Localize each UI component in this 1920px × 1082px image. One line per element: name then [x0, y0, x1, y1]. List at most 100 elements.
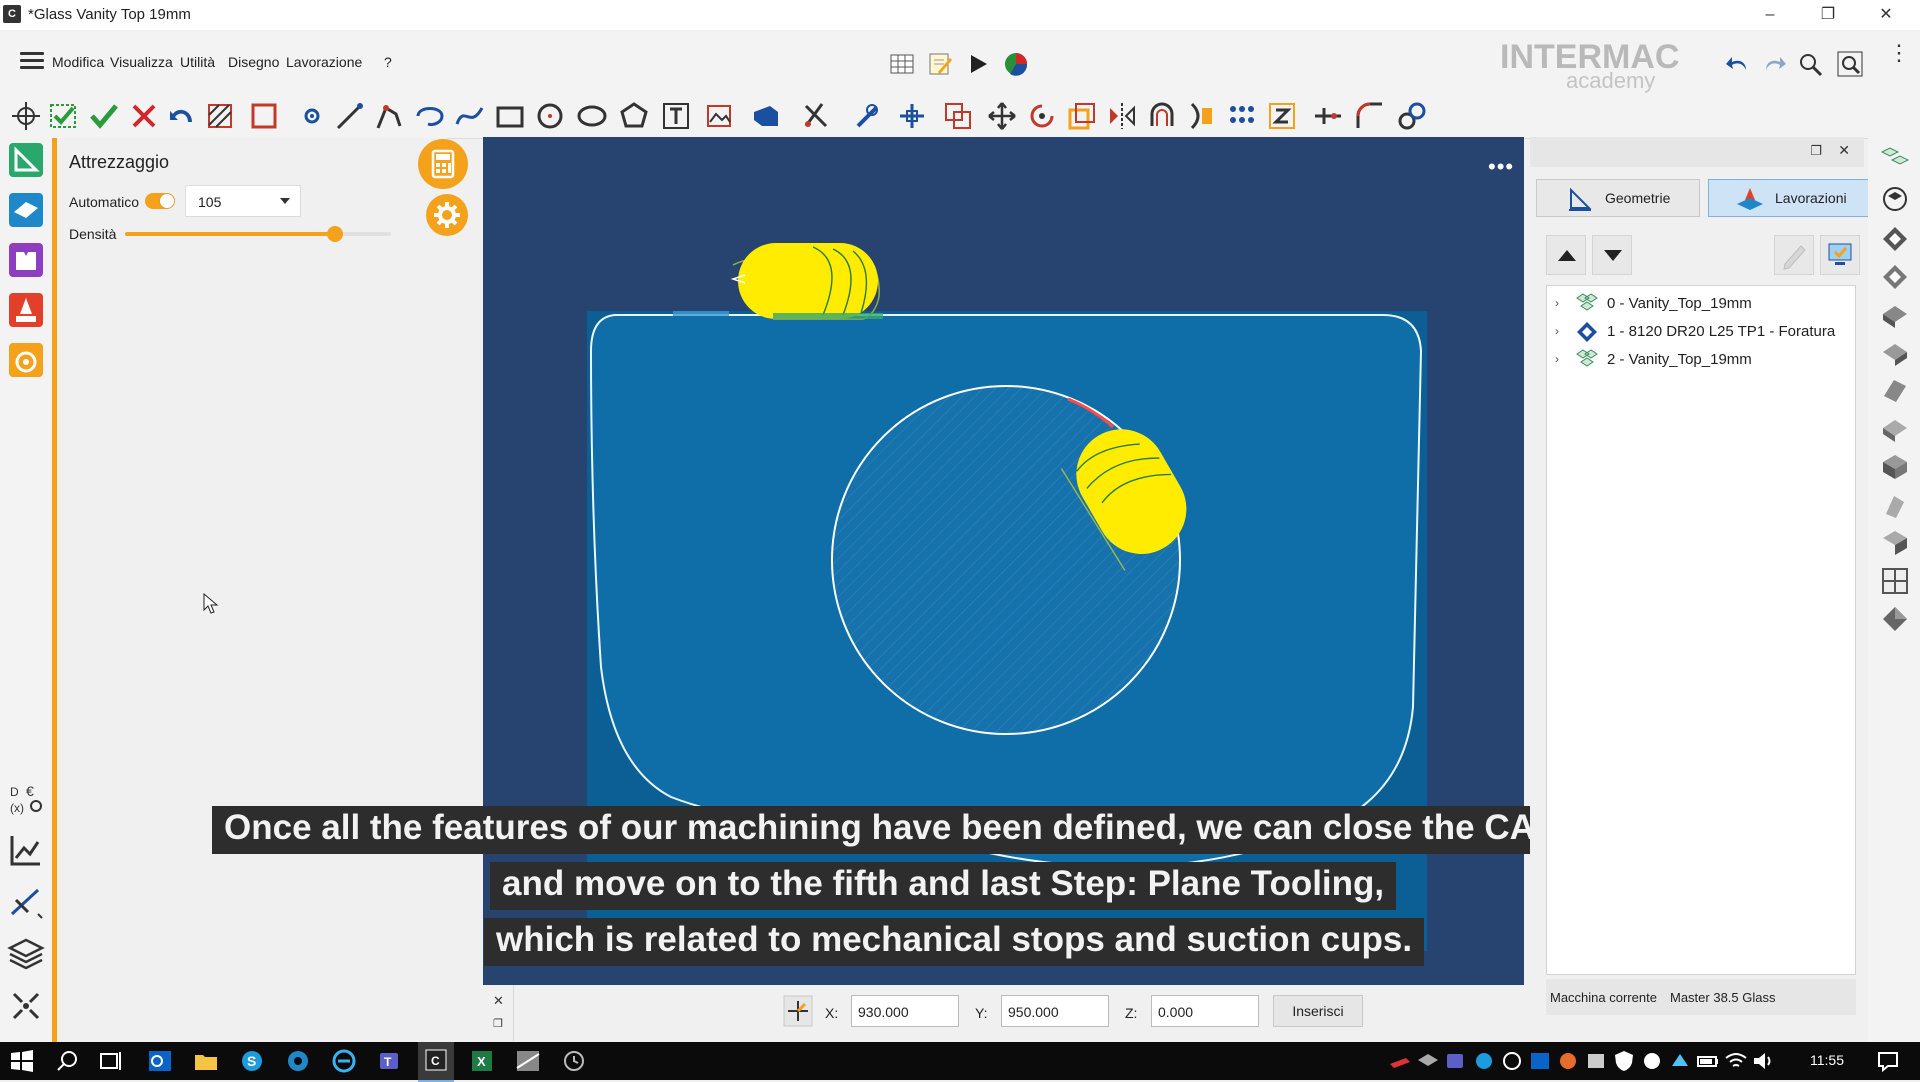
pie-chart-icon[interactable] [1002, 50, 1030, 78]
restore-icon[interactable]: ❐ [1810, 143, 1822, 159]
workpiece-drawing[interactable] [483, 137, 1524, 985]
zoom-window-icon[interactable] [1836, 50, 1864, 78]
point-icon[interactable] [296, 100, 328, 132]
polyline-icon[interactable] [374, 100, 406, 132]
snap-target-icon[interactable] [783, 995, 813, 1027]
tree-item[interactable]: › 0 - Vanity_Top_19mm [1555, 292, 1851, 318]
hatch-icon[interactable] [204, 100, 236, 132]
move-up-button[interactable] [1546, 235, 1586, 275]
restore-icon[interactable]: ❐ [493, 1017, 503, 1030]
join-icon[interactable] [1396, 100, 1428, 132]
graph-icon[interactable] [6, 830, 46, 870]
split-view-icon[interactable] [1880, 566, 1910, 596]
image-icon[interactable] [704, 100, 736, 132]
tooling-select[interactable]: 105 [185, 185, 301, 217]
move-icon[interactable] [986, 100, 1018, 132]
view-top-icon[interactable] [1880, 224, 1910, 254]
volume-icon[interactable] [1750, 1048, 1778, 1074]
edge-icon[interactable] [330, 1048, 358, 1074]
confirm-icon[interactable] [88, 100, 120, 132]
automatic-toggle[interactable] [145, 193, 175, 209]
3d-panel-icon[interactable] [750, 100, 782, 132]
minimize-icon[interactable]: – [1742, 0, 1798, 30]
file-explorer-icon[interactable] [192, 1048, 220, 1074]
view-iso-4-icon[interactable] [1880, 604, 1910, 634]
chevron-right-icon[interactable]: › [1555, 324, 1559, 338]
arc-icon[interactable] [414, 100, 446, 132]
offset-icon[interactable] [1146, 100, 1178, 132]
tray-app-3-icon[interactable] [1498, 1048, 1526, 1074]
tray-app-5-icon[interactable] [1582, 1048, 1610, 1074]
origin-icon[interactable] [896, 100, 928, 132]
menu-modifica[interactable]: Modifica [52, 54, 104, 70]
array-icon[interactable] [1226, 100, 1258, 132]
menu-disegno[interactable]: Disegno [228, 54, 279, 70]
tray-shield-icon[interactable] [1610, 1048, 1638, 1074]
polygon-icon[interactable] [618, 100, 650, 132]
outlook-icon[interactable] [146, 1048, 174, 1074]
view-left-icon[interactable] [1880, 376, 1910, 406]
mirror-icon[interactable] [1106, 100, 1138, 132]
tray-outlook-icon[interactable] [1526, 1048, 1554, 1074]
tool-marker-top[interactable] [673, 243, 883, 320]
edit-button[interactable] [1774, 235, 1814, 275]
tab-lavorazioni[interactable]: Lavorazioni [1708, 179, 1872, 217]
step-geometry-icon[interactable] [6, 140, 46, 180]
break-icon[interactable] [1312, 100, 1344, 132]
properties-button[interactable] [1820, 235, 1860, 275]
viewport-more-icon[interactable]: ••• [1488, 154, 1514, 180]
view-iso-2-icon[interactable] [1880, 490, 1910, 520]
teams-icon[interactable]: T [376, 1048, 404, 1074]
windows-start-icon[interactable] [8, 1048, 36, 1074]
wifi-icon[interactable] [1722, 1048, 1750, 1074]
hamburger-menu-icon[interactable] [20, 52, 44, 70]
step-cam-icon[interactable] [6, 290, 46, 330]
menu-help[interactable]: ? [384, 54, 392, 70]
rotate-icon[interactable] [1026, 100, 1058, 132]
cancel-icon[interactable] [128, 100, 160, 132]
fillet-icon[interactable] [1354, 100, 1386, 132]
close-icon[interactable]: ✕ [493, 993, 504, 1009]
multi-check-icon[interactable] [48, 100, 80, 132]
views-icon[interactable] [1880, 144, 1910, 174]
edit-note-icon[interactable] [926, 50, 954, 78]
close-icon[interactable]: ✕ [1858, 0, 1914, 30]
axis-icon[interactable] [6, 882, 46, 922]
search-icon[interactable] [54, 1048, 82, 1074]
spline-icon[interactable] [454, 100, 486, 132]
tray-skype-icon[interactable] [1470, 1048, 1498, 1074]
measure-icon[interactable] [850, 100, 882, 132]
view-front-icon[interactable] [1880, 300, 1910, 330]
view-iso-3-icon[interactable] [1880, 528, 1910, 558]
table-icon[interactable] [888, 50, 916, 78]
scale-icon[interactable] [1066, 100, 1098, 132]
z-input[interactable]: 0.000 [1151, 995, 1259, 1027]
more-vertical-icon[interactable]: ⋮ [1888, 42, 1910, 64]
y-input[interactable]: 950.000 [1001, 995, 1109, 1027]
chevron-right-icon[interactable]: › [1555, 352, 1559, 366]
text-icon[interactable] [660, 100, 692, 132]
menu-utilita[interactable]: Utilità [180, 54, 215, 70]
clock-app-icon[interactable] [560, 1048, 588, 1074]
view-right-icon[interactable] [1880, 414, 1910, 444]
tray-app-6-icon[interactable] [1638, 1048, 1666, 1074]
circle-icon[interactable] [534, 100, 566, 132]
step-tooling-icon[interactable] [6, 340, 46, 380]
rectangle-select-icon[interactable] [248, 100, 280, 132]
align-icon[interactable] [1186, 100, 1218, 132]
ellipse-icon[interactable] [576, 100, 608, 132]
taskbar-clock[interactable]: 11:55 [1810, 1052, 1844, 1068]
play-icon[interactable] [964, 50, 992, 78]
current-machine-value[interactable]: Master 38.5 Glass [1670, 990, 1776, 1005]
variables-icon[interactable]: D €(x) [6, 778, 46, 818]
tray-app-1-icon[interactable] [1386, 1048, 1414, 1074]
undo-icon[interactable] [1724, 50, 1752, 78]
move-down-button[interactable] [1592, 235, 1632, 275]
browser-icon[interactable] [284, 1048, 312, 1074]
redo-icon[interactable] [1760, 50, 1788, 78]
tray-app-4-icon[interactable] [1554, 1048, 1582, 1074]
chevron-right-icon[interactable]: › [1555, 296, 1559, 310]
explode-icon[interactable] [6, 986, 46, 1026]
stretch-icon[interactable] [1266, 100, 1298, 132]
calculator-button[interactable] [418, 139, 468, 189]
